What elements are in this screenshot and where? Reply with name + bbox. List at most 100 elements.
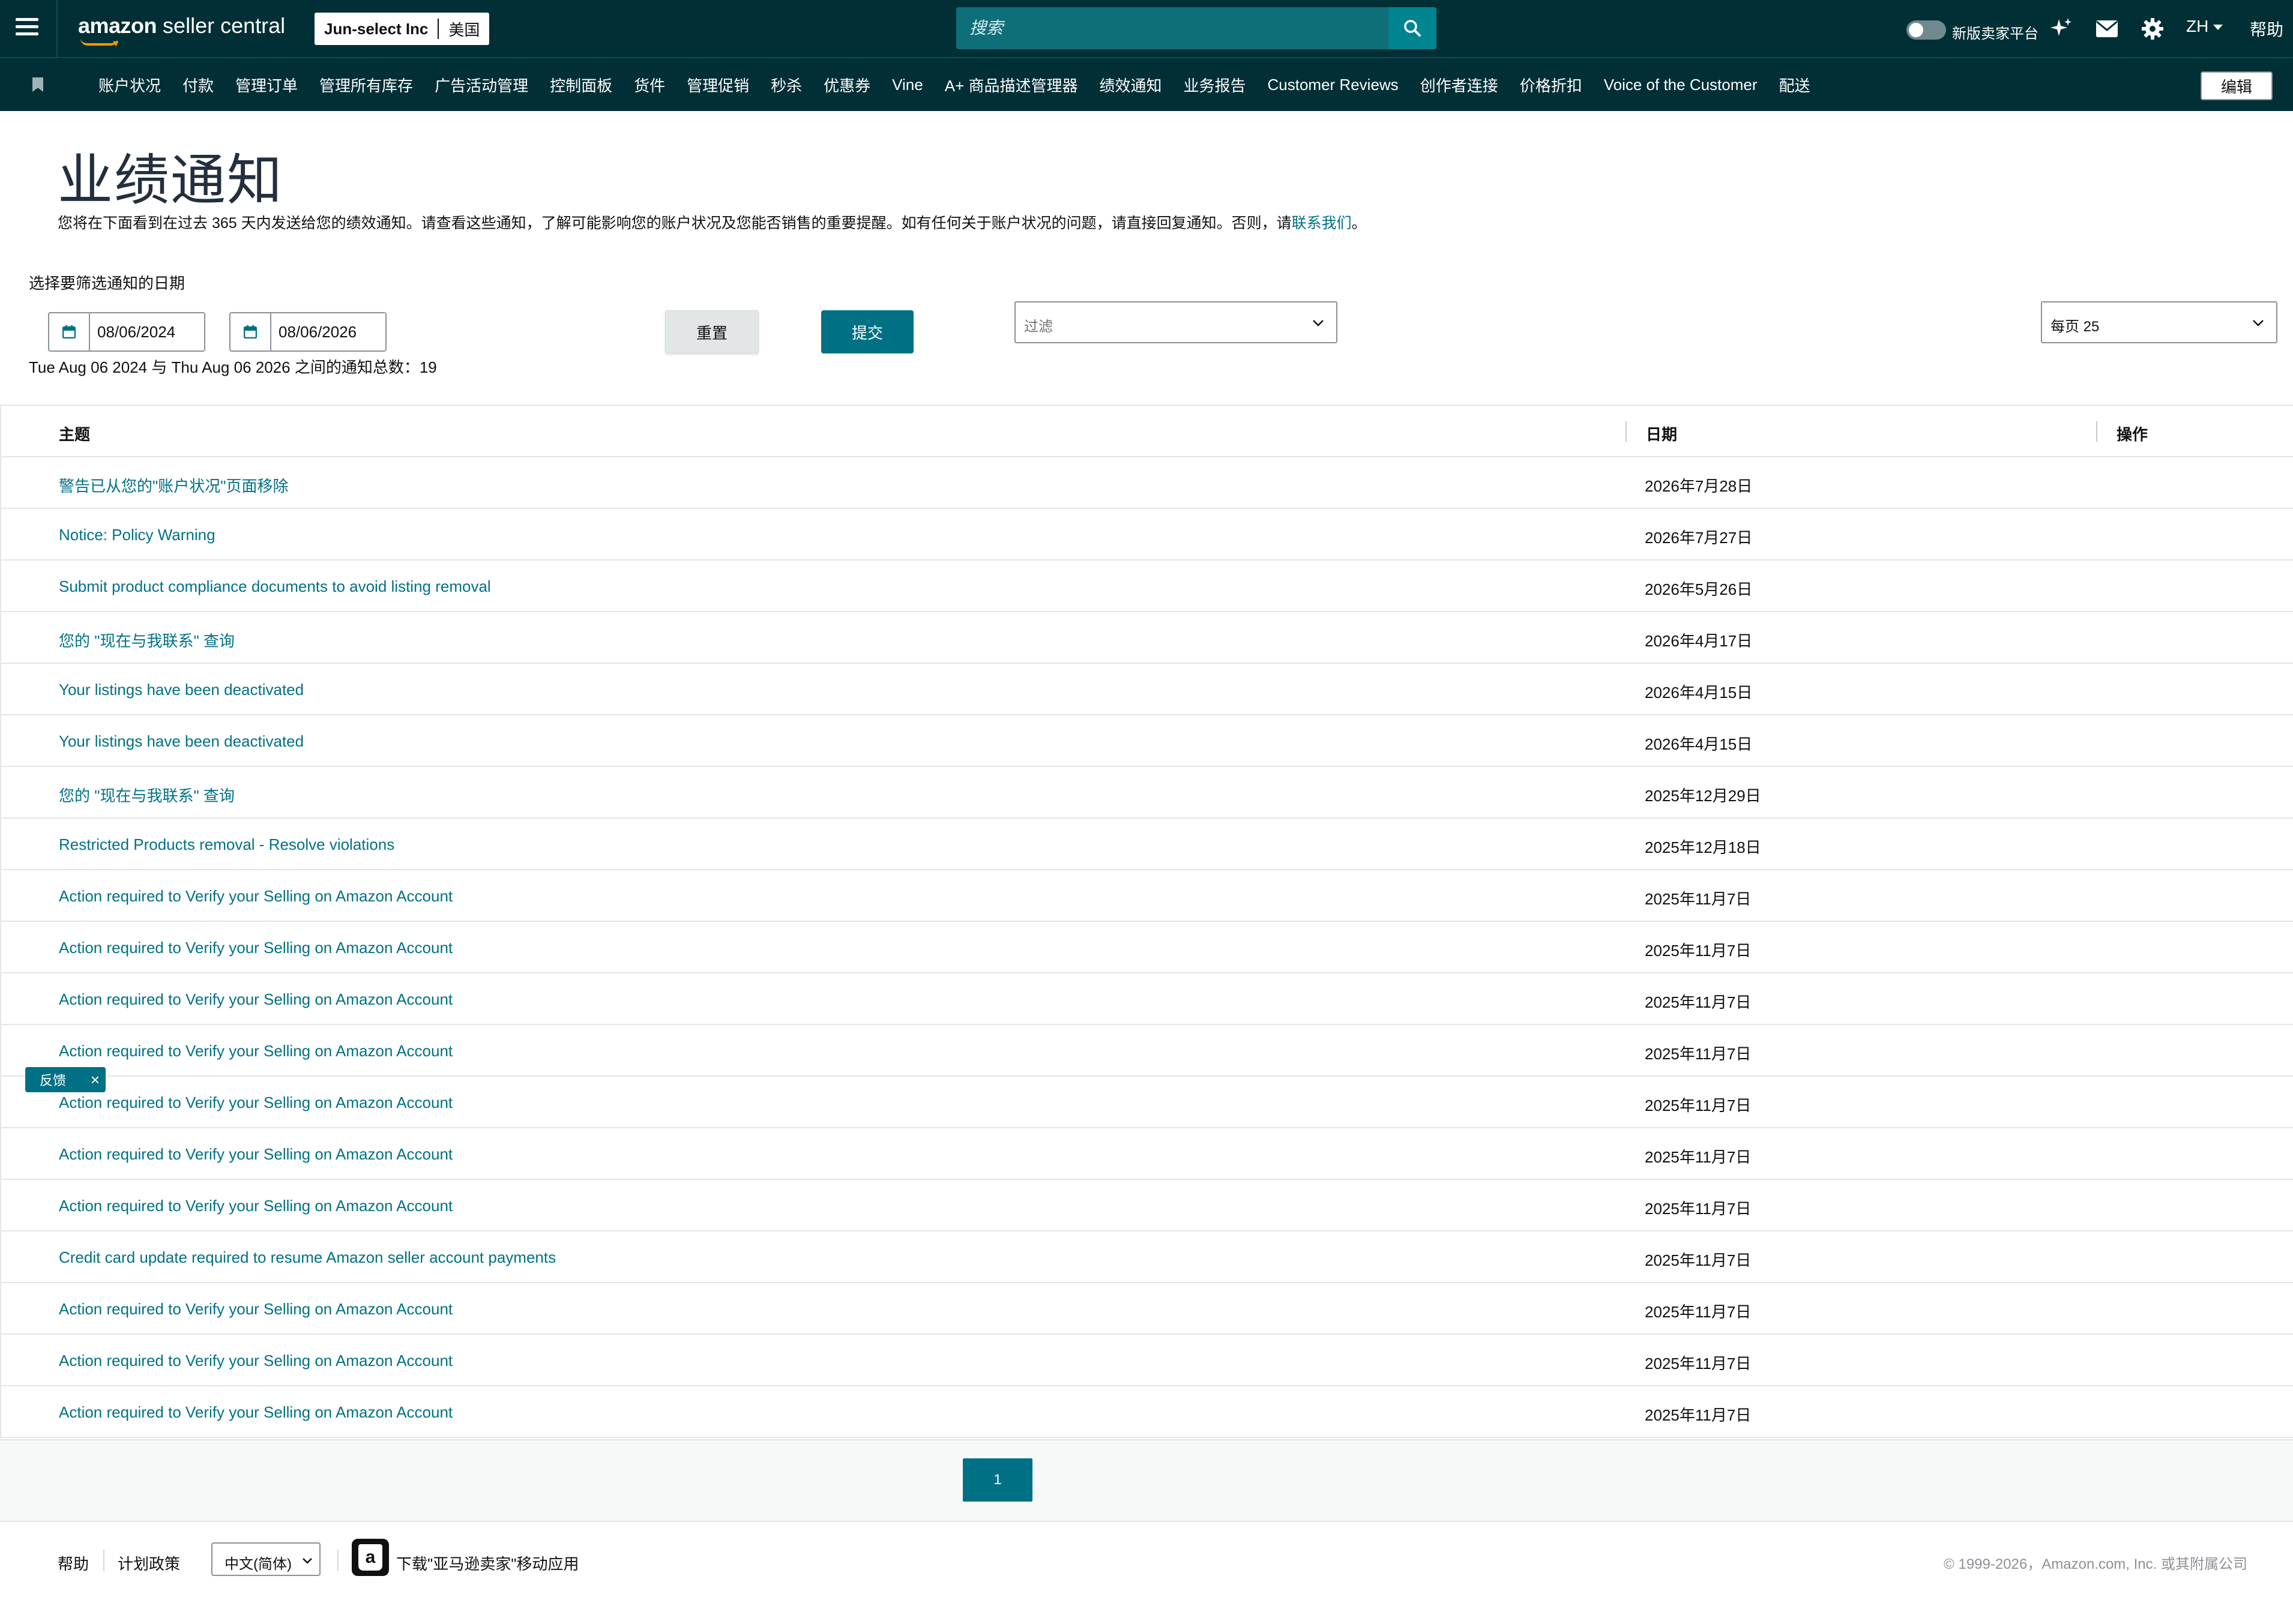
search-button[interactable] [1388,7,1436,49]
notification-subject-link[interactable]: Submit product compliance documents to a… [59,577,491,596]
footer: 帮助 计划政策 中文(简体) a 下载"亚马逊卖家"移动应用 © 1999-20… [0,1524,2293,1624]
nav-item-fulfillment[interactable]: 配送 [1779,74,1810,96]
per-page-dropdown[interactable]: 每页 25 [2041,301,2277,343]
nav-item-creator-connections[interactable]: 创作者连接 [1420,74,1498,96]
notification-subject-link[interactable]: Action required to Verify your Selling o… [59,1352,453,1370]
nav-item-performance-notifications[interactable]: 绩效通知 [1099,74,1162,96]
search-input[interactable] [956,7,1388,49]
notification-date: 2025年11月7日 [1645,1303,1752,1321]
notification-date: 2026年7月27日 [1645,529,1753,547]
notification-date: 2025年11月7日 [1645,993,1752,1011]
notification-subject-link[interactable]: Action required to Verify your Selling o… [59,990,453,1009]
account-switcher[interactable]: Jun-select Inc 美国 [315,13,490,45]
nav-item-voice-of-customer[interactable]: Voice of the Customer [1604,76,1758,94]
table-row: Restricted Products removal - Resolve vi… [0,819,2293,870]
start-date-input[interactable] [90,313,204,350]
nav-item-lightning-deals[interactable]: 秒杀 [771,74,802,96]
table-row: Your listings have been deactivated 2026年… [0,715,2293,767]
notification-subject-link[interactable]: 警告已从您的"账户状况"页面移除 [59,474,288,496]
column-subject: 主题 [59,426,91,444]
notification-date: 2025年11月7日 [1645,1251,1752,1269]
calendar-icon[interactable] [49,313,90,350]
end-date-input[interactable] [271,313,385,350]
notification-subject-link[interactable]: Action required to Verify your Selling o… [59,1300,453,1319]
notification-subject-link[interactable]: Action required to Verify your Selling o… [59,1403,453,1422]
nav-item-manage-inventory[interactable]: 管理所有库存 [319,74,413,96]
nav-item-campaign-manager[interactable]: 广告活动管理 [435,74,528,96]
footer-help-link[interactable]: 帮助 [58,1552,89,1574]
chevron-down-icon [2253,320,2264,326]
seller-app-icon[interactable]: a [352,1539,389,1576]
column-divider [2096,421,2097,442]
new-platform-toggle[interactable] [1906,20,1946,40]
notification-subject-link[interactable]: Action required to Verify your Selling o… [59,1042,453,1060]
notification-subject-link[interactable]: Credit card update required to resume Am… [59,1248,556,1267]
sparkle-icon[interactable] [2048,16,2075,42]
filter-dropdown[interactable]: 过滤 [1014,301,1337,343]
notification-date: 2025年11月7日 [1645,1148,1752,1166]
table-row: Action required to Verify your Selling o… [0,922,2293,973]
footer-divider [103,1550,104,1571]
nav-item-shipments[interactable]: 货件 [634,74,665,96]
table-row: Action required to Verify your Selling o… [0,870,2293,922]
notification-subject-link[interactable]: Your listings have been deactivated [59,732,304,751]
notification-date: 2025年11月7日 [1645,1355,1752,1373]
nav-item-promotions[interactable]: 管理促销 [687,74,749,96]
notification-subject-link[interactable]: Action required to Verify your Selling o… [59,887,453,906]
pagination-bar: 1 [0,1439,2293,1522]
nav-item-vine[interactable]: Vine [892,76,923,94]
menu-icon[interactable] [16,18,38,40]
amazon-seller-central-logo[interactable]: amazon seller central [78,13,285,47]
edit-nav-button[interactable]: 编辑 [2201,71,2273,100]
footer-language-select[interactable]: 中文(简体) [211,1542,321,1576]
feedback-tab[interactable]: 反馈 × [25,1067,106,1092]
nav-item-account-health[interactable]: 账户状况 [98,74,161,96]
reset-button[interactable]: 重置 [665,310,759,353]
nav-item-payments[interactable]: 付款 [182,74,214,96]
notification-subject-link[interactable]: Action required to Verify your Selling o… [59,1093,453,1112]
notification-subject-link[interactable]: Notice: Policy Warning [59,526,215,544]
nav-item-coupons[interactable]: 优惠券 [824,74,870,96]
notification-subject-link[interactable]: 您的 "现在与我联系" 查询 [59,629,235,651]
new-platform-label: 新版卖家平台 [1952,26,2038,42]
page-button-current[interactable]: 1 [963,1458,1032,1502]
calendar-icon[interactable] [231,313,271,350]
submit-button[interactable]: 提交 [821,310,914,353]
notification-subject-link[interactable]: Your listings have been deactivated [59,681,304,699]
notification-subject-link[interactable]: 您的 "现在与我联系" 查询 [59,784,235,806]
date-filter-label: 选择要筛选通知的日期 [29,274,185,292]
table-row: Action required to Verify your Selling o… [0,1335,2293,1386]
table-row: Action required to Verify your Selling o… [0,973,2293,1025]
close-icon[interactable]: × [91,1071,100,1089]
notification-subject-link[interactable]: Action required to Verify your Selling o… [59,1197,453,1215]
nav-item-a-plus-manager[interactable]: A+ 商品描述管理器 [945,74,1078,96]
logo-smile [80,38,118,46]
help-link[interactable]: 帮助 [2250,17,2283,41]
column-date[interactable]: 日期 [1646,423,1677,445]
notification-subject-link[interactable]: Action required to Verify your Selling o… [59,1145,453,1164]
table-row: Notice: Policy Warning 2026年7月27日 [0,509,2293,561]
contact-us-link[interactable]: 联系我们 [1292,215,1352,232]
language-selector[interactable]: ZH [2186,17,2223,36]
logo-brand: amazon [78,13,157,38]
nav-item-dashboard[interactable]: 控制面板 [550,74,612,96]
nav-item-price-discounts[interactable]: 价格折扣 [1520,74,1582,96]
table-row: 您的 "现在与我联系" 查询 2026年4月17日 [0,612,2293,664]
nav-item-customer-reviews[interactable]: Customer Reviews [1268,76,1399,94]
chevron-down-icon [2213,25,2223,31]
gear-icon[interactable] [2139,16,2166,42]
table-row: Action required to Verify your Selling o… [0,1128,2293,1180]
nav-item-business-reports[interactable]: 业务报告 [1184,74,1246,96]
table-row: Action required to Verify your Selling o… [0,1180,2293,1232]
program-policies-link[interactable]: 计划政策 [118,1552,180,1574]
bookmark-icon[interactable] [32,77,43,92]
nav-item-manage-orders[interactable]: 管理订单 [235,74,298,96]
notification-subject-link[interactable]: Restricted Products removal - Resolve vi… [59,835,394,854]
table-header: 主题 日期 操作 [0,406,2293,457]
table-row: Action required to Verify your Selling o… [0,1386,2293,1438]
page-title: 业绩通知 [58,150,284,211]
notification-subject-link[interactable]: Action required to Verify your Selling o… [59,939,453,957]
download-app-link[interactable]: 下载"亚马逊卖家"移动应用 [396,1552,579,1574]
logo-smile-tip [113,38,120,47]
mail-icon[interactable] [2094,16,2120,42]
